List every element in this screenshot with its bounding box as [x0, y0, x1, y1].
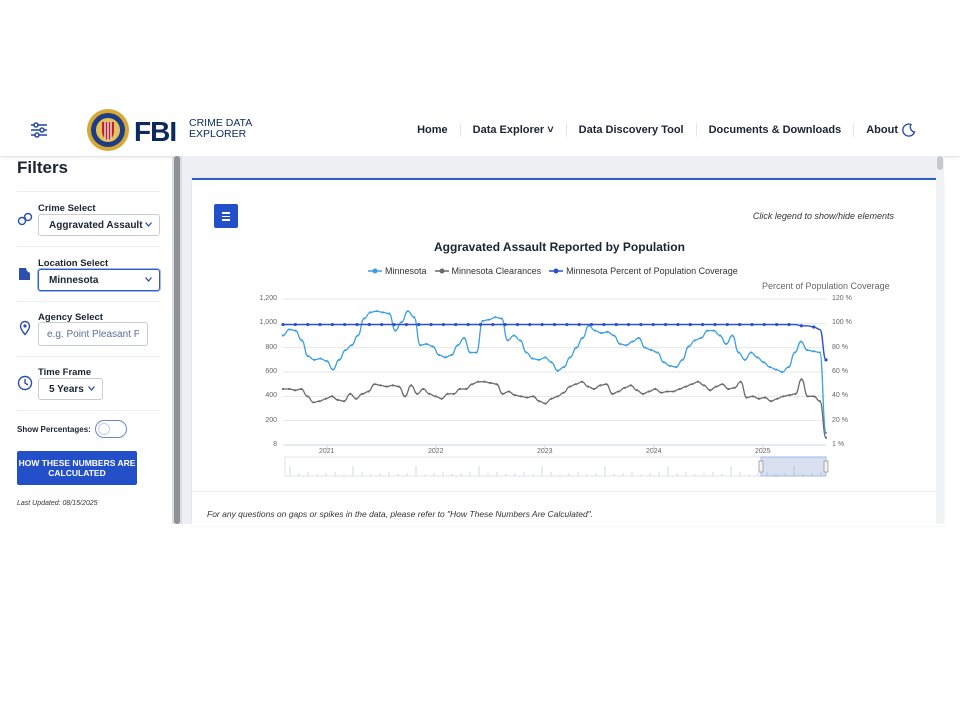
time-frame-label: Time Frame [38, 367, 92, 378]
chart-title: Aggravated Assault Reported by Populatio… [434, 240, 685, 254]
sidebar-divider [17, 246, 160, 247]
sidebar-divider [17, 301, 160, 302]
filters-title: Filters [17, 158, 69, 177]
legend-marker-icon [368, 268, 382, 274]
y2-tick-label: 120 % [832, 295, 852, 302]
right-axis-label: Percent of Population Coverage [762, 281, 890, 291]
location-select[interactable]: Minnesota [38, 269, 160, 291]
nav-data-explorer[interactable]: Data Explorer ˅ [459, 123, 566, 137]
y2-tick-label: 20 % [832, 416, 848, 424]
x-tick-label: 2024 [646, 448, 662, 455]
site-subtitle[interactable]: CRIME DATA EXPLORER [189, 118, 259, 140]
filter-sliders-icon[interactable] [30, 121, 48, 139]
y2-tick-label: 100 % [832, 319, 852, 327]
main-nav: Home Data Explorer ˅ Data Discovery Tool… [405, 104, 910, 156]
legend-label: Minnesota Clearances [451, 266, 542, 276]
chart-card [192, 178, 944, 526]
clock-icon [17, 375, 33, 391]
chevron-down-icon [88, 386, 95, 391]
y-tick-label: 800 [265, 343, 277, 351]
sidebar-scrollbar-thumb[interactable] [174, 156, 180, 524]
chart-footer-divider [192, 491, 936, 492]
y2-tick-label: 40 % [832, 392, 848, 400]
location-select-label: Location Select [38, 258, 109, 269]
x-tick-label: 2023 [537, 448, 553, 455]
legend-marker-icon [549, 268, 564, 274]
state-map-icon [19, 268, 30, 280]
y-tick-label: 1,200 [259, 295, 277, 302]
legend-label: Minnesota Percent of Population Coverage [566, 266, 738, 276]
y-tick-label: 200 [265, 416, 277, 424]
crime-select-label: Crime Select [38, 203, 96, 214]
data-gaps-note: For any questions on gaps or spikes in t… [207, 509, 594, 519]
y-tick-label: 8 [273, 441, 277, 448]
main-scrollbar-thumb[interactable] [937, 156, 943, 170]
x-tick-label: 2021 [319, 448, 335, 455]
chart-legend: Minnesota Minnesota Clearances Minnesota… [368, 266, 746, 276]
nav-home[interactable]: Home [405, 123, 460, 137]
y2-tick-label: 60 % [832, 368, 848, 375]
legend-marker-icon [434, 268, 449, 274]
crime-select-value: Aggravated Assault [49, 220, 143, 231]
handcuffs-icon [17, 212, 33, 226]
fbi-logo-text[interactable]: FBI [134, 116, 177, 148]
legend-hint: Click legend to show/hide elements [752, 211, 894, 221]
time-frame-select[interactable]: 5 Years [38, 378, 103, 400]
nav-documents-downloads[interactable]: Documents & Downloads [695, 123, 854, 137]
site-header: FBI CRIME DATA EXPLORER Home Data Explor… [0, 104, 960, 157]
chevron-down-icon [145, 222, 152, 227]
legend-label: Minnesota [385, 266, 427, 276]
sidebar-divider [17, 410, 160, 411]
chart-menu-button[interactable] [214, 204, 238, 228]
how-numbers-calculated-button[interactable]: HOW THESE NUMBERS ARE CALCULATED [17, 451, 137, 485]
location-pin-icon [19, 320, 31, 336]
nav-data-discovery-tool[interactable]: Data Discovery Tool [565, 123, 696, 137]
chevron-down-icon [145, 277, 152, 282]
sidebar-divider [17, 191, 160, 192]
legend-item-clearances[interactable]: Minnesota Clearances [434, 266, 542, 276]
y-tick-label: 600 [265, 368, 277, 375]
last-updated-text: Last Updated: 08/15/2025 [17, 500, 98, 507]
sidebar-divider [17, 356, 160, 357]
time-frame-value: 5 Years [49, 384, 84, 395]
x-tick-label: 2022 [428, 448, 444, 455]
legend-item-minnesota[interactable]: Minnesota [368, 266, 427, 276]
crime-select[interactable]: Aggravated Assault [38, 214, 160, 236]
show-percentages-label: Show Percentages: [17, 425, 91, 434]
agency-search-input[interactable] [38, 322, 148, 346]
location-select-value: Minnesota [49, 275, 99, 286]
y2-tick-label: 1 % [832, 441, 845, 448]
legend-item-coverage[interactable]: Minnesota Percent of Population Coverage [549, 266, 738, 276]
y-tick-label: 1,000 [259, 319, 277, 327]
main-scrollbar-track[interactable] [936, 156, 944, 524]
show-percentages-toggle[interactable] [95, 420, 127, 438]
x-tick-label: 2025 [755, 448, 771, 455]
y-tick-label: 400 [265, 392, 277, 400]
y2-tick-label: 80 % [832, 343, 848, 351]
moon-icon[interactable] [902, 123, 916, 137]
fbi-seal-icon[interactable] [86, 108, 130, 152]
